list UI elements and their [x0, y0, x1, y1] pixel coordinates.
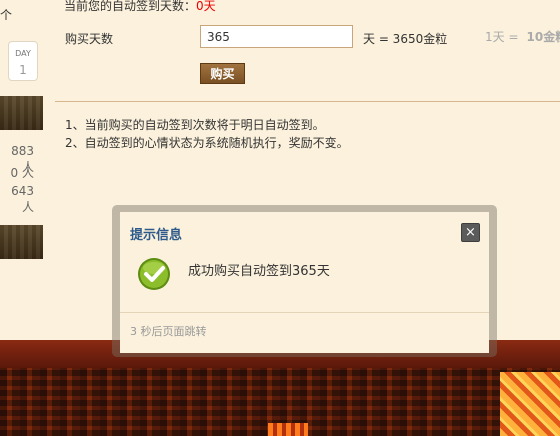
- divider: [55, 101, 560, 102]
- redirect-notice: 3 秒后页面跳转: [130, 325, 207, 338]
- day-number: 1: [19, 63, 27, 77]
- sidebar-count: 0 人: [10, 166, 34, 180]
- current-autosign-value: 0天: [196, 0, 216, 13]
- sidebar-fragment-text: 个: [0, 8, 13, 22]
- sidebar-count: 643 人: [11, 184, 34, 214]
- footer-lava-decoration: [500, 372, 560, 436]
- note-item: 2、自动签到的心情状态为系统随机执行，奖励不变。: [65, 136, 349, 150]
- current-autosign-label: 当前您的自动签到天数：: [64, 0, 197, 13]
- rate-left: 1天 =: [485, 30, 519, 44]
- current-autosign-days: 当前您的自动签到天数：0天: [64, 0, 216, 14]
- rate-right: 10金粒: [526, 30, 560, 44]
- buy-days-input[interactable]: [200, 25, 353, 48]
- cost-formula: 天 = 3650金粒: [363, 32, 448, 46]
- success-check-icon: [138, 258, 170, 290]
- dialog-divider: [120, 312, 489, 313]
- rate-info: 1天 = 10金粒: [485, 28, 560, 45]
- day-counter-box: DAY 1: [8, 41, 38, 81]
- buy-button[interactable]: 购买: [200, 63, 245, 84]
- dialog-message: 成功购买自动签到365天: [188, 264, 330, 279]
- close-icon[interactable]: ×: [461, 223, 480, 242]
- sidebar-thumbnail: [0, 225, 43, 259]
- dialog-title: 提示信息: [130, 228, 183, 243]
- day-label: DAY: [15, 49, 31, 58]
- footer-lava-decoration: [268, 423, 308, 436]
- notice-dialog: 提示信息 × 成功购买自动签到365天 3 秒后页面跳转: [120, 212, 489, 353]
- sidebar-thumbnail: [0, 96, 43, 130]
- note-item: 1、当前购买的自动签到次数将于明日自动签到。: [65, 118, 325, 132]
- buy-days-label: 购买天数: [65, 32, 114, 46]
